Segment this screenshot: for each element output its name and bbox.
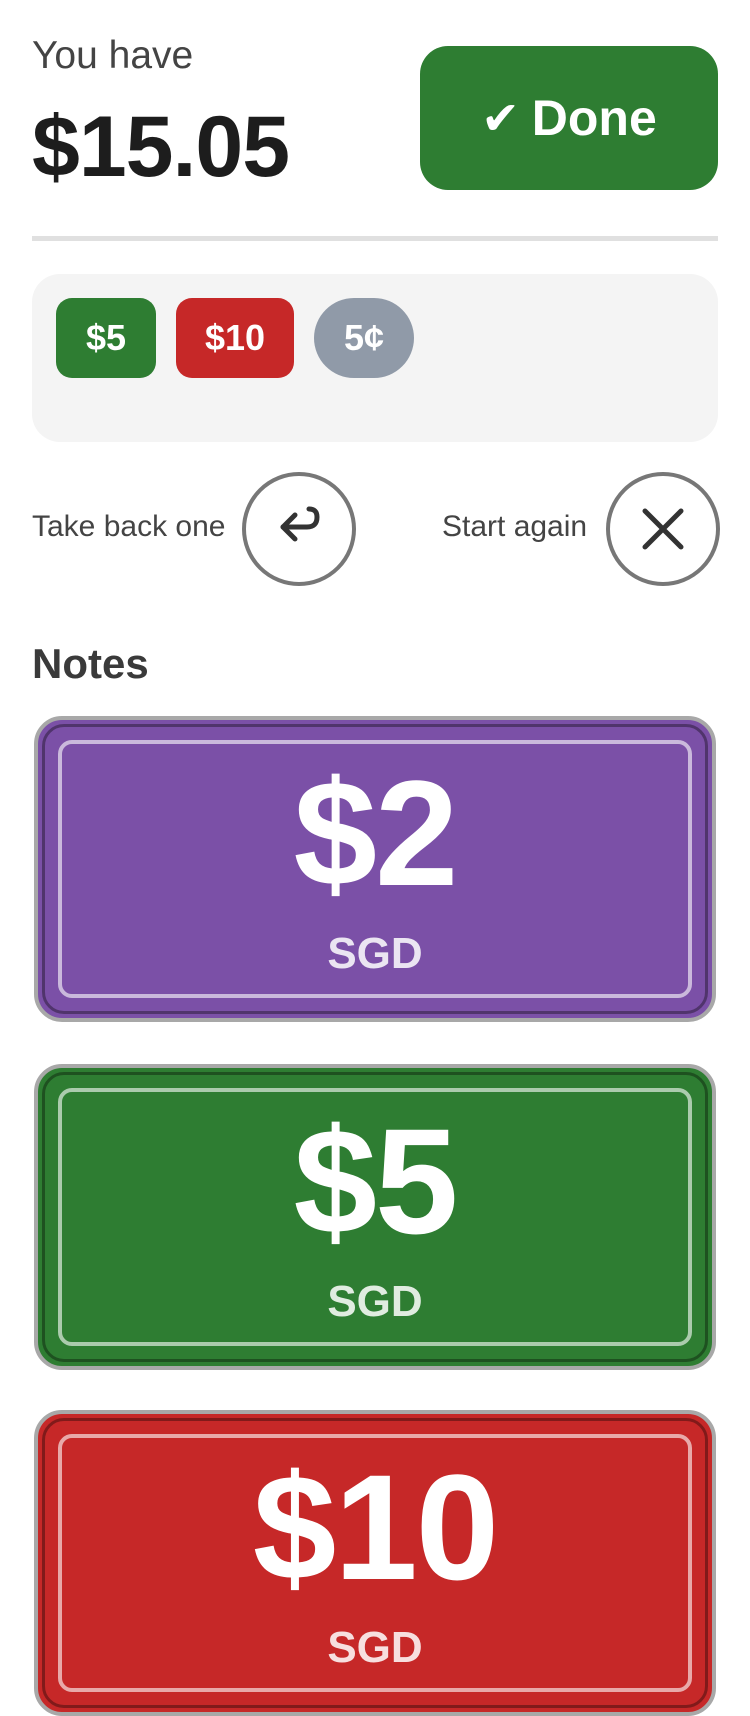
start-again-button[interactable]: [606, 472, 720, 586]
note-value: $2: [293, 749, 459, 917]
note-value: $10: [252, 1443, 499, 1611]
note-10-dollar[interactable]: $10 SGD: [34, 1410, 716, 1716]
notes-heading: Notes: [32, 640, 149, 687]
note-value: $5: [293, 1097, 459, 1265]
checkmark-icon: ✔: [481, 91, 520, 145]
selected-chip-10-dollar[interactable]: $10: [176, 298, 294, 378]
note-currency: SGD: [327, 1277, 423, 1326]
take-back-label: Take back one: [32, 510, 226, 543]
chip-label: 5¢: [343, 317, 385, 358]
tray-controls: Take back one Start again: [32, 472, 720, 586]
header-divider: [32, 236, 718, 241]
start-again-label: Start again: [442, 510, 588, 543]
done-button[interactable]: ✔ Done: [420, 46, 718, 190]
balance-label: You have: [32, 34, 194, 77]
done-button-label: Done: [531, 90, 657, 146]
note-currency: SGD: [327, 929, 423, 978]
chip-label: $10: [204, 317, 266, 358]
chip-label: $5: [85, 317, 127, 358]
selected-chip-5-dollar[interactable]: $5: [56, 298, 156, 378]
note-currency: SGD: [327, 1623, 423, 1672]
selected-chip-5-cent[interactable]: 5¢: [314, 298, 414, 378]
take-back-button[interactable]: [242, 472, 356, 586]
note-5-dollar[interactable]: $5 SGD: [34, 1064, 716, 1370]
note-2-dollar[interactable]: $2 SGD: [34, 716, 716, 1022]
balance-header: You have $15.05 ✔ Done: [32, 30, 718, 195]
close-icon: [642, 508, 684, 550]
undo-arrow-icon: [280, 506, 320, 542]
selected-money-tray: $5 $10 5¢: [32, 274, 718, 442]
balance-amount: $15.05: [32, 99, 290, 195]
